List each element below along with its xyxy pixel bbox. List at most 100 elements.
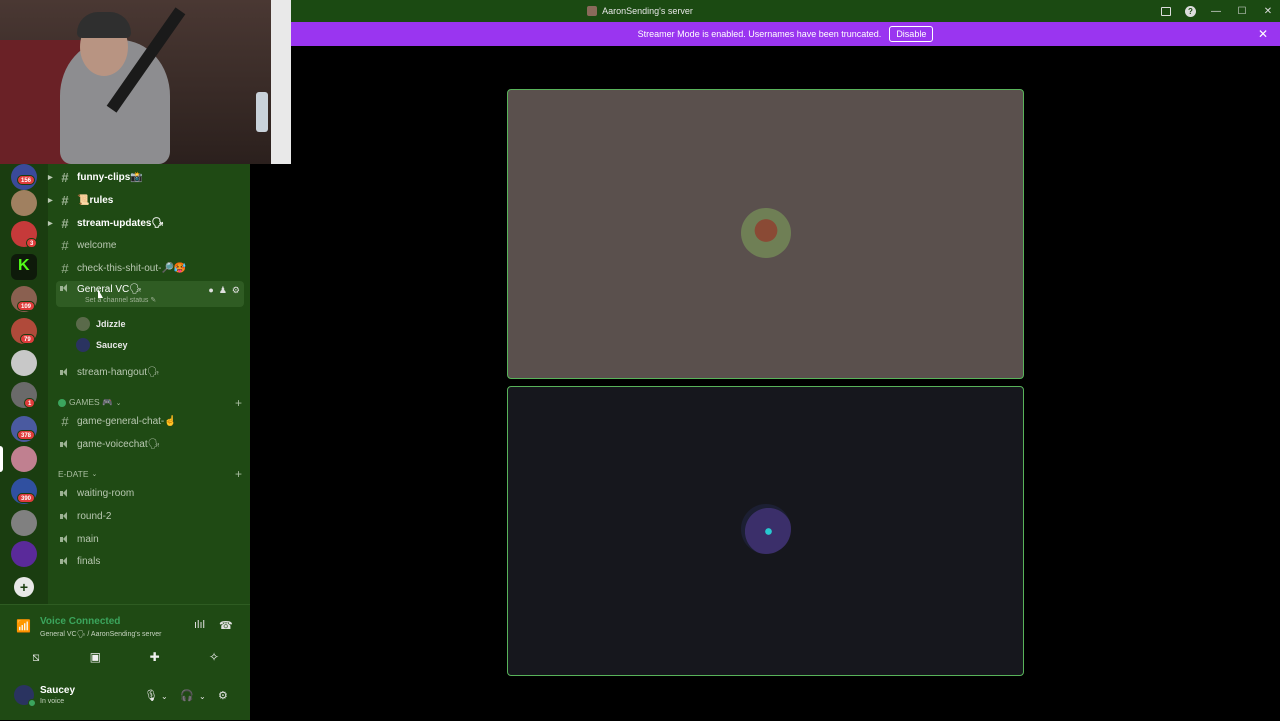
channel-waiting-room[interactable]: waiting-room <box>56 483 244 503</box>
server-badge: 3 <box>26 238 38 248</box>
close-banner-icon[interactable]: ✕ <box>1258 27 1268 41</box>
activities-button[interactable]: ✚ <box>129 647 181 667</box>
kick-logo-icon: K <box>18 257 30 274</box>
text-channel-icon: # <box>61 169 69 185</box>
voice-channel-icon <box>56 367 74 377</box>
server-badge: 390 <box>17 493 36 503</box>
channel-label: waiting-room <box>77 487 135 499</box>
server-badge: 1 <box>24 398 36 408</box>
add-channel-icon[interactable]: + <box>235 396 242 410</box>
set-channel-status[interactable]: Set a channel status ✎ <box>85 296 156 304</box>
chevron-down-icon[interactable]: ⌄ <box>199 692 206 701</box>
server-list: 156 3 K 109 79 1 378 390 + <box>0 164 48 604</box>
server-icon-7[interactable] <box>11 350 37 376</box>
text-channel-icon: # <box>61 215 69 231</box>
screen-share-button[interactable]: ▣ <box>69 647 121 667</box>
chevron-down-icon: ⌄ <box>91 471 98 478</box>
banner-text: Streamer Mode is enabled. Usernames have… <box>637 29 882 39</box>
voice-member-saucey[interactable]: Saucey <box>76 335 128 355</box>
headphones-icon[interactable]: 🎧 <box>180 689 194 702</box>
noise-suppression-icon[interactable]: ılıl <box>194 619 205 631</box>
voice-member-jdizzle[interactable]: Jdizzle <box>76 314 126 334</box>
channel-game-general-chat[interactable]: # game-general-chat-☝ <box>56 411 244 431</box>
server-badge: 109 <box>17 301 36 311</box>
channel-label: funny-clips📸 <box>77 171 143 183</box>
chevron-down-icon: ⌄ <box>115 399 122 407</box>
user-settings-gear-icon[interactable]: ⚙ <box>218 689 228 702</box>
text-channel-icon: # <box>61 260 69 276</box>
user-status: In voice <box>40 698 65 705</box>
voice-connected-label[interactable]: Voice Connected <box>40 616 120 627</box>
voice-channel-icon <box>56 534 74 544</box>
participant-avatar <box>741 504 791 554</box>
signal-icon[interactable]: 📶 <box>16 619 31 633</box>
minimize-button[interactable]: — <box>1210 6 1222 17</box>
inbox-icon[interactable] <box>1161 6 1171 16</box>
server-badge: 79 <box>20 334 35 344</box>
member-name: Jdizzle <box>96 319 126 329</box>
channel-general-vc[interactable]: General VC🗣 Set a channel status ✎ ● ♟ ⚙ <box>56 281 244 307</box>
server-icon-current[interactable] <box>11 446 37 472</box>
help-icon[interactable]: ? <box>1185 5 1196 17</box>
soundboard-button[interactable]: ✧ <box>188 647 240 667</box>
channel-welcome[interactable]: # welcome <box>56 235 244 255</box>
channel-list: ▶ # funny-clips📸 ▶ # 📜rules ▶ # stream-u… <box>48 164 250 604</box>
category-edate[interactable]: E-DATE ⌄ + <box>58 467 242 481</box>
voice-channel-icon <box>56 439 74 449</box>
avatar <box>76 338 90 352</box>
server-icon-2[interactable] <box>11 190 37 216</box>
status-dot <box>28 699 36 707</box>
channel-label: game-voicechat🗣 <box>77 438 161 450</box>
server-icon <box>587 6 598 16</box>
invite-icon[interactable]: ♟ <box>219 285 227 296</box>
maximize-button[interactable]: ☐ <box>1236 6 1248 17</box>
channel-finals[interactable]: finals <box>56 551 244 571</box>
green-circle-icon <box>58 398 66 407</box>
voice-stage <box>291 46 1280 720</box>
voice-channel-icon <box>56 556 74 566</box>
channel-game-voicechat[interactable]: game-voicechat🗣 <box>56 434 244 454</box>
text-channel-icon: # <box>61 237 69 253</box>
server-icon-kick[interactable]: K <box>11 254 37 280</box>
participant-tile-jdizzle[interactable] <box>507 89 1024 379</box>
settings-gear-icon[interactable]: ⚙ <box>232 285 240 296</box>
channel-check-this[interactable]: # check-this-shit-out-🔎🥵 <box>56 258 244 278</box>
streamer-mode-banner: Streamer Mode is enabled. Usernames have… <box>291 22 1280 46</box>
username[interactable]: Saucey <box>40 685 75 696</box>
voice-channel-icon <box>56 284 74 293</box>
disable-button[interactable]: Disable <box>889 26 934 42</box>
channel-label: stream-updates🗣 <box>77 217 165 229</box>
server-icon-13[interactable] <box>11 541 37 567</box>
category-games[interactable]: GAMES 🎮 ⌄ + <box>58 396 242 410</box>
member-name: Saucey <box>96 340 128 350</box>
channel-funny-clips[interactable]: ▶ # funny-clips📸 <box>48 167 244 187</box>
close-window-button[interactable]: ✕ <box>1262 6 1274 17</box>
chat-icon[interactable]: ● <box>208 285 213 296</box>
channel-main[interactable]: main <box>56 529 244 549</box>
channel-stream-updates[interactable]: ▶ # stream-updates🗣 <box>48 213 244 233</box>
participant-tile-saucey[interactable] <box>507 386 1024 676</box>
chevron-down-icon[interactable]: ⌄ <box>161 692 168 701</box>
channel-label: finals <box>77 555 101 567</box>
participant-avatar <box>741 208 791 258</box>
channel-label: stream-hangout🗣 <box>77 366 160 378</box>
channel-label: check-this-shit-out-🔎🥵 <box>77 262 187 274</box>
voice-channel-path[interactable]: General VC🗣 / AaronSending's server <box>40 630 162 638</box>
server-icon-12[interactable] <box>11 510 37 536</box>
camera-off-button[interactable]: ⧅ <box>10 647 62 667</box>
webcam-overlay <box>0 0 291 164</box>
channel-rules[interactable]: ▶ # 📜rules <box>48 190 244 210</box>
collapse-arrow-icon: ▶ <box>48 174 53 181</box>
channel-round-2[interactable]: round-2 <box>56 506 244 526</box>
channel-stream-hangout[interactable]: stream-hangout🗣 <box>56 362 244 382</box>
microphone-icon[interactable]: 🎙 <box>144 689 158 702</box>
channel-label: round-2 <box>77 510 112 522</box>
channel-actions: ● ♟ ⚙ <box>208 285 240 296</box>
voice-connection-panel: 📶 Voice Connected General VC🗣 / AaronSen… <box>0 604 250 720</box>
add-channel-icon[interactable]: + <box>235 467 242 481</box>
disconnect-icon[interactable]: ☎ <box>219 619 233 632</box>
text-channel-icon: # <box>61 413 69 429</box>
add-server-button[interactable]: + <box>14 577 34 597</box>
voice-channel-icon <box>56 511 74 521</box>
channel-label: main <box>77 533 99 545</box>
